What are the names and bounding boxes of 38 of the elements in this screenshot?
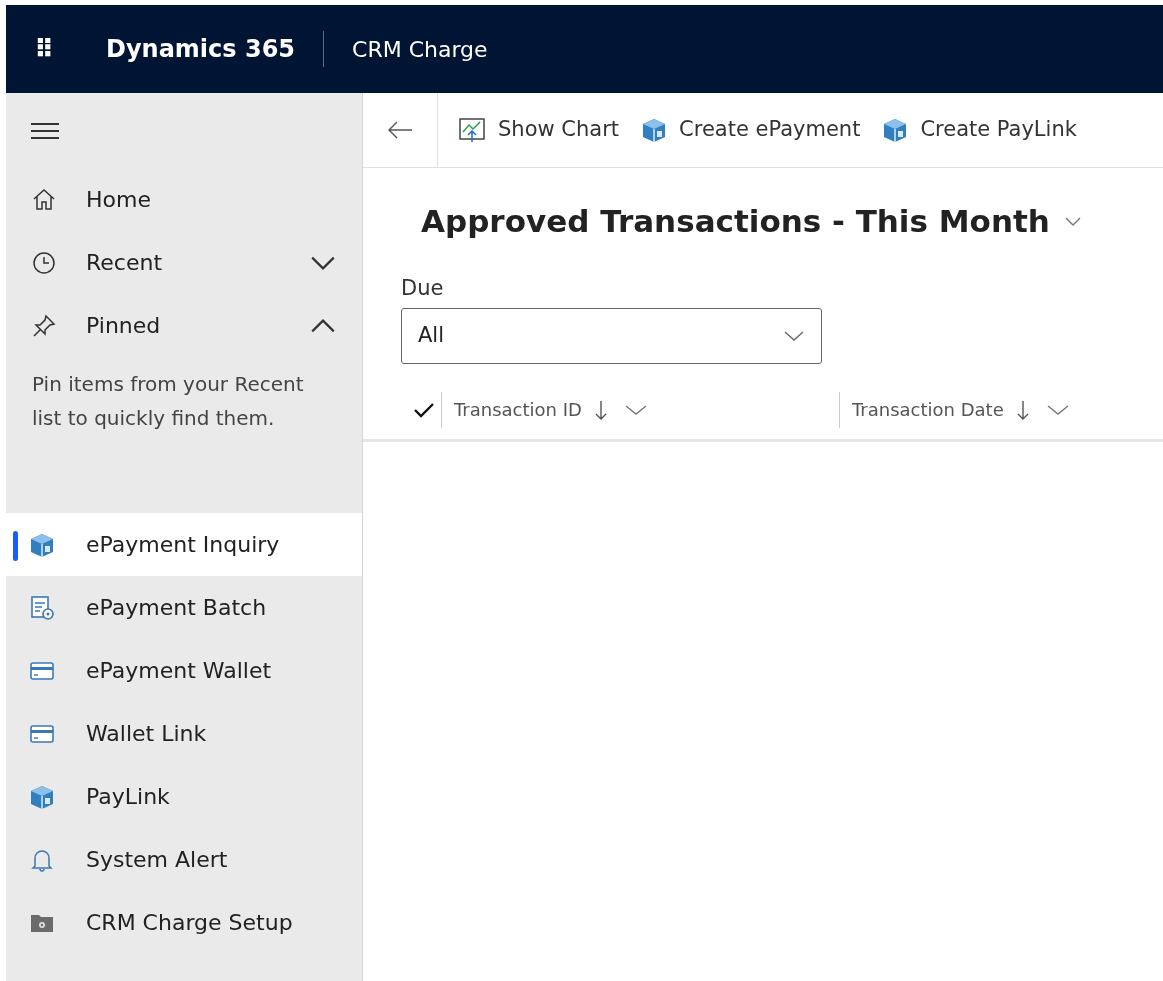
pinned-hint: Pin items from your Recent list to quickly find them.	[31, 371, 305, 432]
toolbar-button[interactable]: Create ePayment	[641, 114, 861, 146]
sidebar-item[interactable]: Wallet Link	[6, 702, 362, 765]
nav-item[interactable]: Recent	[6, 231, 362, 294]
toolbar-button[interactable]: Create PayLink	[882, 114, 1077, 146]
checkmark-icon	[413, 400, 435, 419]
due-dropdown[interactable]: All	[401, 308, 822, 364]
selection-indicator	[13, 531, 18, 561]
chevron-down-icon	[783, 329, 805, 343]
sort-down-icon	[1015, 398, 1030, 421]
cube-icon	[882, 117, 909, 143]
sidebar-item[interactable]: ePayment Batch	[6, 576, 362, 639]
cube-icon	[29, 783, 55, 810]
cube-icon	[29, 531, 55, 558]
cube-icon	[641, 117, 668, 143]
home-icon	[31, 186, 57, 213]
back-arrow-icon	[387, 120, 413, 140]
chart-icon	[458, 117, 486, 143]
menu-icon	[30, 120, 60, 141]
toolbar-button[interactable]: Show Chart	[458, 114, 620, 146]
app-launcher-button[interactable]: ⠿	[34, 36, 64, 62]
column-header[interactable]: Transaction ID	[441, 391, 839, 428]
app-name: CRM Charge	[352, 35, 488, 64]
pin-icon	[31, 312, 57, 339]
view-title[interactable]: Approved Transactions - This Month	[421, 198, 1050, 245]
sidebar-item[interactable]: PayLink	[6, 765, 362, 828]
nav-item[interactable]: Pinned	[6, 294, 362, 357]
sidebar-item[interactable]: System Alert	[6, 828, 362, 891]
clock-icon	[31, 249, 57, 276]
filter-label: Due	[400, 274, 445, 302]
product-name: Dynamics 365	[106, 34, 296, 65]
nav-item[interactable]: Home	[6, 168, 362, 231]
sidebar-item[interactable]: ePayment Inquiry	[6, 513, 362, 576]
column-header[interactable]: Transaction Date	[839, 391, 1139, 428]
sort-down-icon	[593, 398, 608, 421]
sidebar-item[interactable]: ePayment Wallet	[6, 639, 362, 702]
sidebar-item[interactable]: CRM Charge Setup	[6, 891, 362, 954]
document-gear-icon	[29, 594, 55, 621]
